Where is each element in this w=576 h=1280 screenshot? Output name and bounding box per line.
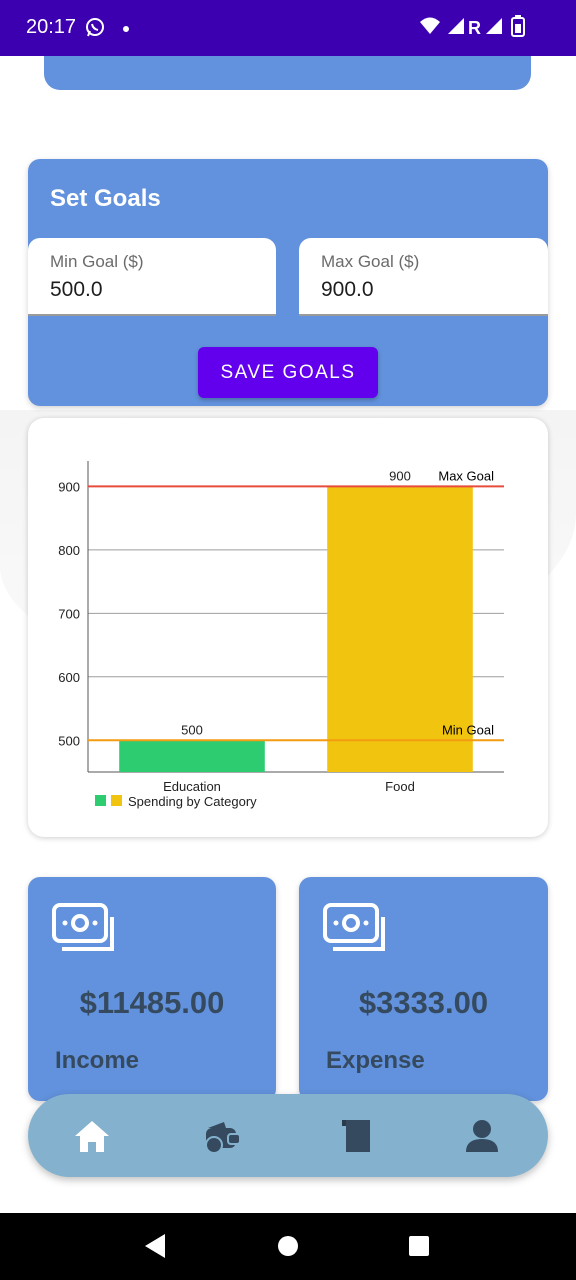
top-card (44, 56, 531, 90)
notification-icons (84, 16, 132, 45)
income-card[interactable]: $11485.00 Income (28, 877, 276, 1101)
x-tick-label: Food (385, 779, 415, 794)
whatsapp-icon (86, 18, 104, 37)
expense-label: Expense (326, 1047, 425, 1074)
spending-chart-card: 500 600 700 800 900 500 Education 900 Food Max Go… (28, 418, 548, 837)
legend-swatch (111, 795, 122, 806)
status-bar: 20:17 R (0, 0, 576, 56)
recents-icon (409, 1236, 429, 1256)
min-goal-field[interactable]: Min Goal ($) 500.0 (28, 238, 276, 316)
x-tick-label: Education (163, 779, 221, 794)
expense-amount: $3333.00 (358, 985, 489, 1020)
nav-profile[interactable] (460, 1114, 504, 1158)
battery-icon (511, 15, 525, 37)
money-bills-icon (52, 903, 116, 960)
bottom-navigation (28, 1094, 548, 1177)
bar-value-label: 900 (389, 468, 411, 483)
money-bills-icon (323, 903, 387, 960)
y-tick-label: 900 (58, 479, 80, 494)
home-circle-icon (278, 1236, 298, 1256)
status-time: 20:17 (26, 16, 77, 38)
profile-icon (466, 1120, 498, 1152)
set-goals-card: Set Goals Min Goal ($) 500.0 Max Goal ($… (28, 159, 548, 406)
y-tick-label: 500 (58, 733, 80, 748)
system-navigation-bar (0, 1213, 576, 1280)
reference-line-label: Min Goal (442, 722, 494, 737)
save-goals-button[interactable]: SAVE GOALS (198, 347, 378, 398)
expense-card[interactable]: $3333.00 Expense (299, 877, 548, 1101)
network-letter: R (468, 18, 481, 38)
legend-label: Spending by Category (128, 794, 257, 809)
min-goal-input[interactable]: 500.0 (50, 278, 250, 302)
wallet-icon (205, 1122, 241, 1154)
nav-home[interactable] (70, 1114, 114, 1158)
bar-education (119, 740, 265, 772)
y-tick-label: 800 (58, 543, 80, 558)
max-goal-label: Max Goal ($) (321, 252, 420, 271)
notification-dot-icon (123, 26, 129, 32)
signal-icon (448, 18, 464, 34)
y-tick-label: 600 (58, 670, 80, 685)
nav-wallet[interactable] (200, 1114, 244, 1158)
reference-line-label: Max Goal (438, 468, 494, 483)
max-goal-field[interactable]: Max Goal ($) 900.0 (299, 238, 548, 316)
signal-icon-2 (486, 18, 502, 34)
nav-book[interactable] (334, 1114, 378, 1158)
income-label: Income (55, 1047, 140, 1074)
wifi-icon (420, 17, 440, 34)
spending-chart: 500 600 700 800 900 500 Education 900 Food Max Go… (58, 461, 504, 809)
system-status-icons: R (418, 14, 548, 47)
max-goal-input[interactable]: 900.0 (321, 278, 521, 302)
min-goal-label: Min Goal ($) (50, 252, 144, 271)
back-icon (145, 1234, 165, 1258)
book-icon (342, 1120, 370, 1152)
legend-swatch (95, 795, 106, 806)
home-icon (75, 1121, 109, 1152)
goals-title: Set Goals (50, 185, 161, 212)
y-tick-label: 700 (58, 606, 80, 621)
income-amount: $11485.00 (79, 985, 225, 1020)
bar-value-label: 500 (181, 722, 203, 737)
